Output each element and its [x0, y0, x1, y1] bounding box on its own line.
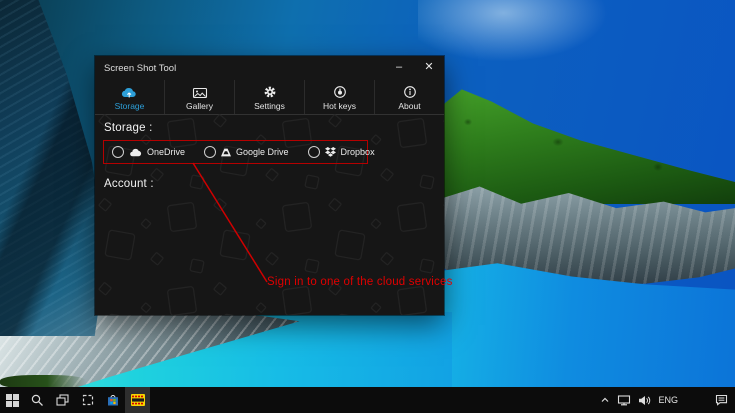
account-section-label: Account :: [104, 178, 154, 190]
screenshot-tool-app-icon: [130, 393, 146, 407]
gallery-icon: [192, 86, 208, 99]
tablet-mode-button[interactable]: [75, 387, 100, 413]
dropbox-icon: [325, 147, 336, 157]
google-drive-radio-circle[interactable]: [204, 146, 216, 158]
tab-settings-label: Settings: [254, 101, 285, 111]
taskbar-left: [0, 387, 150, 413]
tab-gallery-label: Gallery: [186, 101, 213, 111]
radio-onedrive[interactable]: OneDrive: [112, 146, 185, 158]
tab-settings[interactable]: Settings: [234, 80, 304, 114]
radio-google-drive[interactable]: Google Drive: [204, 146, 289, 158]
onedrive-cloud-icon: [129, 148, 142, 157]
tab-gallery[interactable]: Gallery: [164, 80, 234, 114]
screenshot-tool-taskbar-button[interactable]: [125, 387, 150, 413]
dropbox-label: Dropbox: [341, 147, 375, 157]
shopping-bag-icon: [106, 393, 120, 407]
storage-options-highlight-box: OneDrive Google Drive: [103, 140, 368, 164]
wallpaper-haze: [418, 0, 608, 62]
windows-logo-icon: [6, 394, 19, 407]
magnifier-icon: [31, 394, 44, 407]
google-drive-icon: [221, 148, 231, 157]
hotkeys-icon: [333, 85, 347, 99]
tab-about-label: About: [398, 101, 420, 111]
task-view-button[interactable]: [50, 387, 75, 413]
minimize-button[interactable]: –: [384, 56, 414, 80]
chevron-up-icon[interactable]: [600, 396, 610, 404]
action-center-icon[interactable]: [715, 394, 728, 406]
frame-icon: [82, 394, 94, 406]
gear-icon: [263, 85, 277, 99]
close-button[interactable]: ✕: [414, 56, 444, 80]
cloud-upload-icon: [121, 86, 138, 99]
annotation-text: Sign in to one of the cloud services: [267, 276, 453, 288]
tab-about[interactable]: About: [374, 80, 444, 114]
overlapping-windows-icon: [56, 394, 69, 406]
storage-section-label: Storage :: [104, 122, 152, 134]
onedrive-label: OneDrive: [147, 147, 185, 157]
language-indicator[interactable]: ENG: [658, 395, 678, 405]
tab-hotkeys[interactable]: Hot keys: [304, 80, 374, 114]
system-tray: ENG: [600, 387, 735, 413]
desktop: Screen Shot Tool – ✕ Storage: [0, 0, 735, 413]
titlebar[interactable]: Screen Shot Tool – ✕: [95, 56, 444, 80]
radio-dropbox[interactable]: Dropbox: [308, 146, 375, 158]
window-title: Screen Shot Tool: [95, 63, 384, 74]
dropbox-radio-circle[interactable]: [308, 146, 320, 158]
store-button[interactable]: [100, 387, 125, 413]
info-icon: [403, 85, 417, 99]
volume-icon[interactable]: [638, 395, 651, 406]
network-icon[interactable]: [617, 394, 631, 406]
taskbar: ENG: [0, 387, 735, 413]
tab-storage[interactable]: Storage: [95, 80, 164, 114]
tab-storage-label: Storage: [115, 101, 145, 111]
tab-hotkeys-label: Hot keys: [323, 101, 356, 111]
search-button[interactable]: [25, 387, 50, 413]
start-button[interactable]: [0, 387, 25, 413]
onedrive-radio-circle[interactable]: [112, 146, 124, 158]
tab-bar: Storage Gallery: [95, 80, 444, 115]
google-drive-label: Google Drive: [236, 147, 289, 157]
